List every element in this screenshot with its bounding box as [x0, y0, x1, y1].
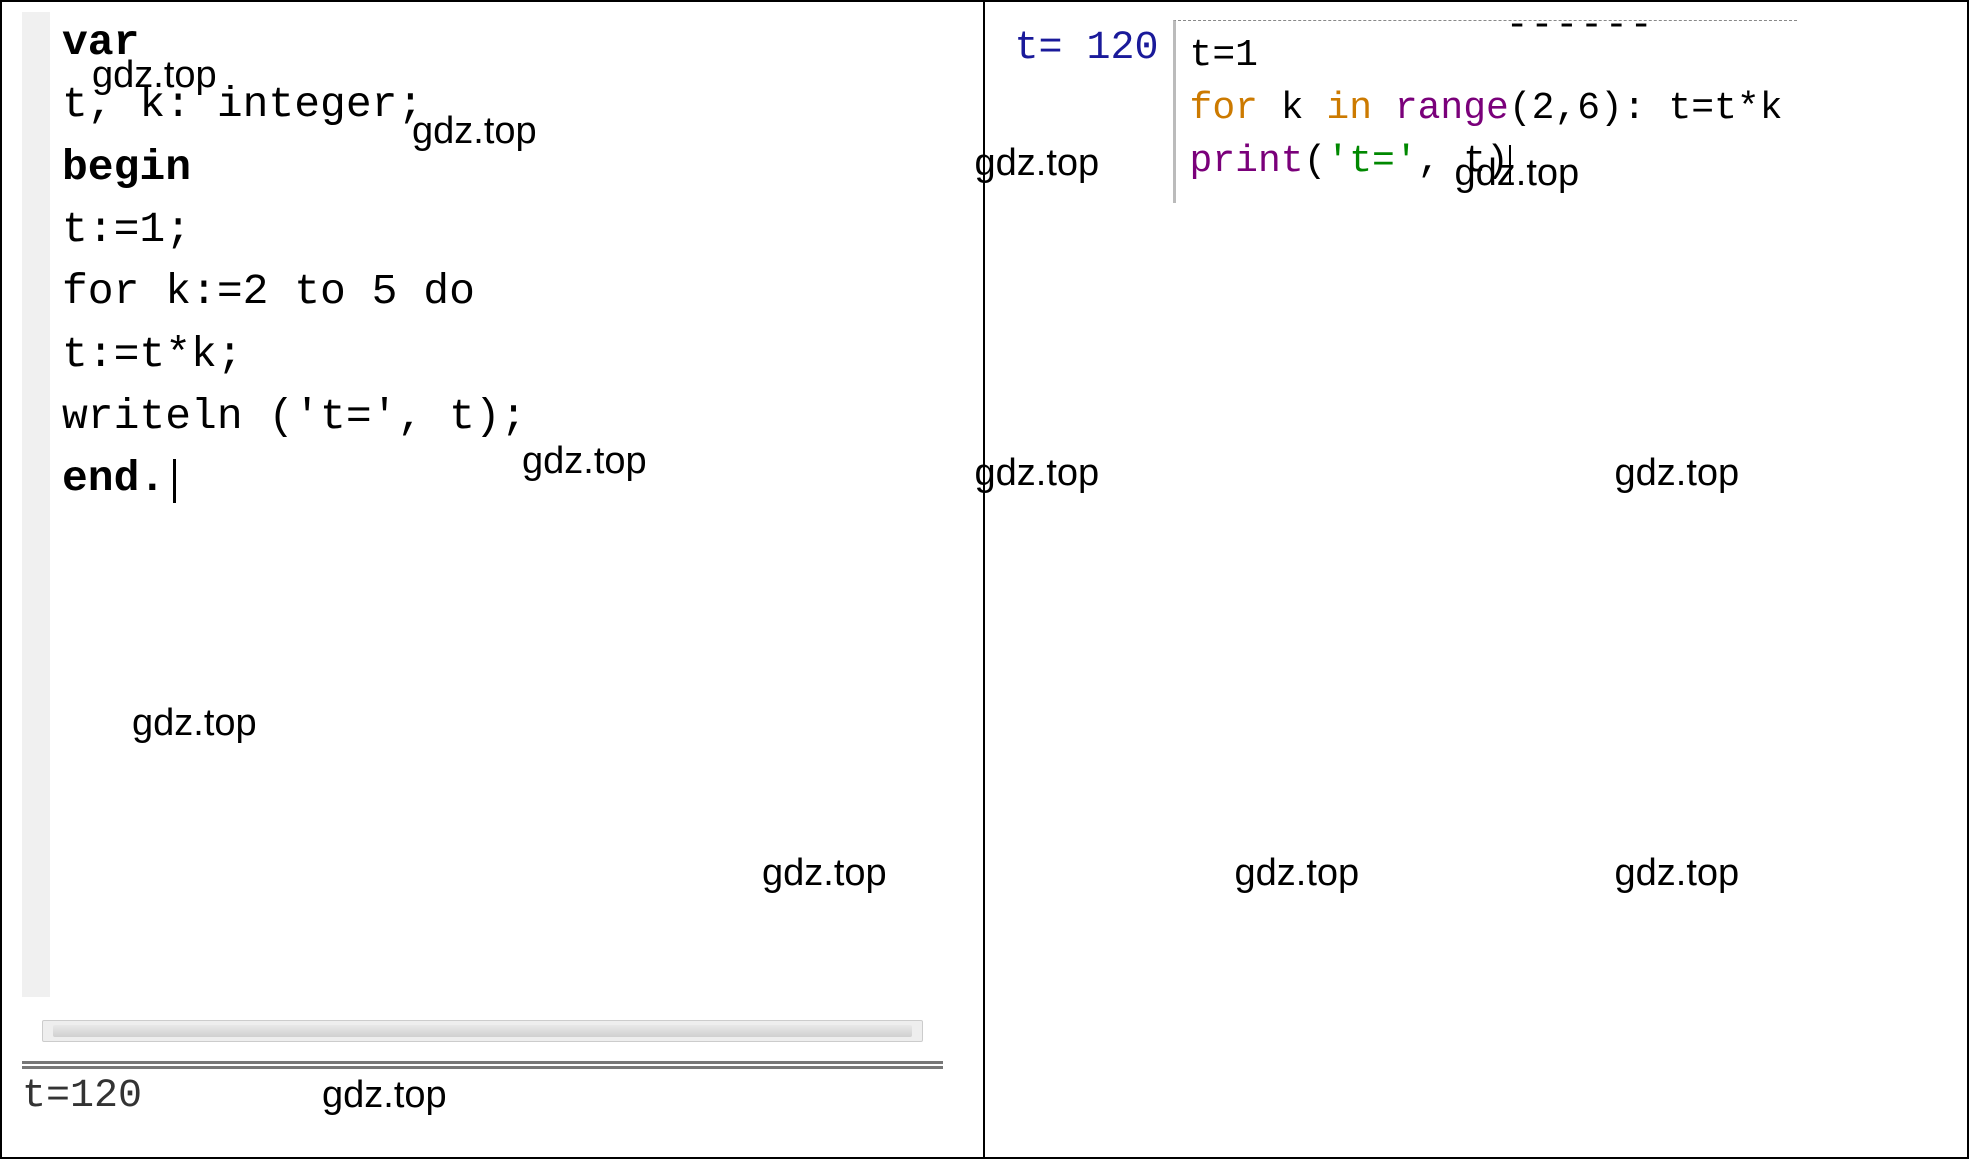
pascal-code-block[interactable]: var t, k: integer; begin t:=1; for k:=2 … — [22, 12, 963, 511]
line-decl: t, k: integer; — [62, 80, 423, 129]
output-label: t= — [1015, 26, 1063, 71]
line-for: for k:=2 to 5 do — [62, 267, 475, 316]
pascal-output: t=120 — [22, 1074, 142, 1119]
watermark: gdz.top — [975, 452, 1100, 495]
py-range: range — [1395, 87, 1509, 130]
horizontal-scrollbar[interactable] — [42, 1020, 923, 1042]
py-k: k — [1258, 87, 1326, 130]
py-sp — [1372, 87, 1395, 130]
python-output: t= 120 — [1015, 20, 1173, 71]
py-l1-b: 1 — [1235, 34, 1258, 77]
watermark: gdz.top — [1615, 852, 1740, 895]
py-print: print — [1190, 140, 1304, 183]
python-cell: ------ t= 120 t=1 for k in range(2,6): t… — [985, 2, 1968, 1157]
watermark: gdz.top — [1615, 452, 1740, 495]
kw-begin: begin — [62, 143, 191, 192]
py-range-args: (2,6) — [1509, 87, 1623, 130]
watermark: gdz.top — [132, 702, 257, 745]
kw-var: var — [62, 18, 139, 67]
output-value: 120 — [1087, 26, 1159, 71]
line-mul: t:=t*k; — [62, 330, 243, 379]
python-editor-panel[interactable]: t=1 for k in range(2,6): t=t*k print('t=… — [1173, 20, 1797, 203]
py-l2-tail: : t=t*k — [1623, 87, 1783, 130]
line-assign-t: t:=1; — [62, 205, 191, 254]
pascal-cell: var t, k: integer; begin t:=1; for k:=2 … — [2, 2, 985, 1157]
python-code-block[interactable]: t=1 for k in range(2,6): t=t*k print('t=… — [1190, 29, 1783, 189]
watermark: gdz.top — [1235, 852, 1360, 895]
dashes: ------ — [1506, 4, 1655, 47]
watermark: gdz.top — [762, 852, 887, 895]
py-in: in — [1326, 87, 1372, 130]
py-open: ( — [1304, 140, 1327, 183]
watermark: gdz.top — [322, 1074, 447, 1117]
text-cursor — [1509, 145, 1511, 183]
line-writeln: writeln ('t=', t); — [62, 392, 526, 441]
python-row: t= 120 t=1 for k in range(2,6): t=t*k pr… — [985, 2, 1968, 213]
py-rest: , t) — [1418, 140, 1509, 183]
kw-end: end. — [62, 454, 165, 503]
two-column-table: var t, k: integer; begin t:=1; for k:=2 … — [0, 0, 1969, 1159]
py-str: 't=' — [1326, 140, 1417, 183]
output-divider — [22, 1061, 943, 1069]
py-l1-a: t= — [1190, 34, 1236, 77]
py-for: for — [1190, 87, 1258, 130]
text-cursor — [173, 459, 176, 503]
